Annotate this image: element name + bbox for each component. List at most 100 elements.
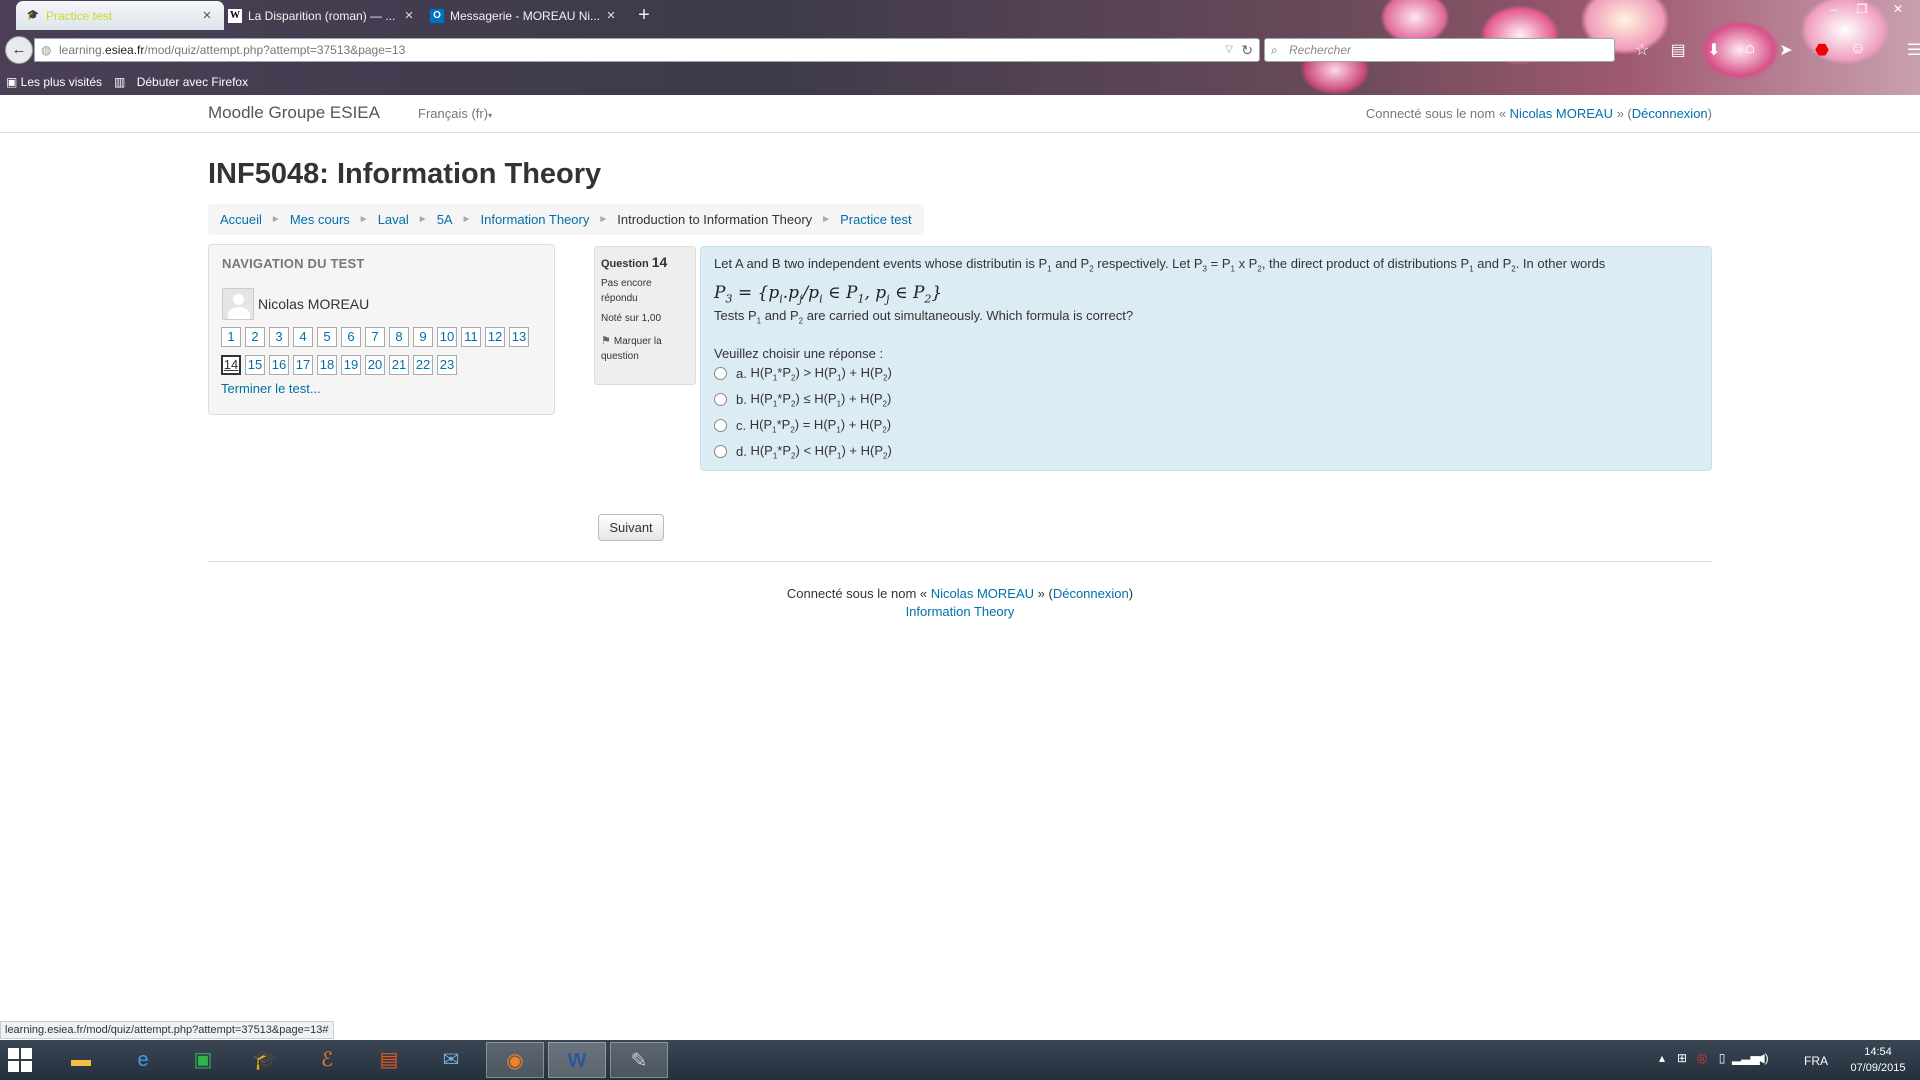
question-nav-button[interactable]: 14 [221,355,241,375]
firefox-icon[interactable]: ◉ [486,1042,544,1078]
wikipedia-w-icon: W [228,8,242,23]
antivirus-icon[interactable]: ◎ [1692,1051,1712,1065]
windows-flag-icon[interactable]: ⊞ [1672,1051,1692,1065]
question-nav-button[interactable]: 19 [341,355,361,375]
breadcrumb-item[interactable]: Accueil [220,212,262,227]
question-nav-button[interactable]: 4 [293,327,313,347]
language-menu[interactable]: Français (fr)▾ [418,106,492,121]
question-grid: 1 2 3 4 5 6 7 8 9 10 11 12 13 14 15 16 17 18 19 20 21 22 23 [221,327,551,383]
new-tab-icon[interactable]: + [630,1,658,29]
thunderbird-icon[interactable]: ✉ [422,1042,480,1078]
breadcrumb-item[interactable]: Laval [378,212,409,227]
question-nav-button[interactable]: 15 [245,355,265,375]
volume-icon[interactable]: ◀) [1752,1051,1772,1065]
question-nav-button[interactable]: 1 [221,327,241,347]
windows-start-icon[interactable] [8,1048,34,1074]
question-nav-button[interactable]: 10 [437,327,457,347]
question-nav-button[interactable]: 22 [413,355,433,375]
close-tab-icon[interactable]: × [402,7,416,24]
paint-icon[interactable]: ✎ [610,1042,668,1078]
radio-button[interactable] [714,419,727,433]
back-arrow-icon[interactable]: ← [5,36,33,64]
radio-button[interactable] [714,367,727,381]
finish-attempt-link[interactable]: Terminer le test... [221,381,321,396]
question-nav-button[interactable]: 6 [341,327,361,347]
question-nav-button[interactable]: 5 [317,327,337,347]
home-icon[interactable]: ⌂ [1732,40,1768,60]
flag-question[interactable]: ⚑ Marquer la question [601,334,689,364]
breadcrumb-separator-icon: ► [598,214,609,225]
adblock-icon[interactable]: ⬣ [1804,40,1840,60]
menu-icon[interactable]: ☰ [1896,40,1920,60]
clock[interactable]: 14:54 07/09/2015 [1838,1044,1918,1076]
question-nav-button[interactable]: 13 [509,327,529,347]
question-nav-button[interactable]: 21 [389,355,409,375]
language-indicator[interactable]: FRA [1804,1054,1828,1068]
question-nav-button[interactable]: 12 [485,327,505,347]
user-link[interactable]: Nicolas MOREAU [1510,106,1613,121]
tab-messagerie[interactable]: O Messagerie - MOREAU Ni... × [420,1,628,30]
answer-option[interactable]: d. H(P1*P2) < H(P1) + H(P2) [714,439,1698,465]
history-dropdown-icon[interactable]: ▽ [1225,39,1233,61]
answer-option[interactable]: b. H(P1*P2) ≤ H(P1) + H(P2) [714,387,1698,413]
question-nav-button[interactable]: 3 [269,327,289,347]
question-nav-button[interactable]: 11 [461,327,481,347]
tab-practice-test[interactable]: 🎓 Practice test × [16,1,224,30]
question-nav-button[interactable]: 16 [269,355,289,375]
send-icon[interactable]: ➤ [1768,40,1804,60]
minimize-icon[interactable]: – [1820,0,1848,18]
site-brand[interactable]: Moodle Groupe ESIEA [208,103,380,123]
question-nav-button[interactable]: 20 [365,355,385,375]
restore-icon[interactable]: ❐ [1848,0,1876,18]
close-tab-icon[interactable]: × [200,7,214,24]
word-icon[interactable]: W [548,1042,606,1078]
question-text-2: Tests P1 and P2 are carried out simultan… [714,307,1134,326]
question-nav-button[interactable]: 23 [437,355,457,375]
footer-course-link[interactable]: Information Theory [906,604,1015,619]
app-icon[interactable]: ℰ [298,1042,356,1078]
radio-button[interactable] [714,393,727,407]
breadcrumb-item[interactable]: Practice test [840,212,912,227]
close-window-icon[interactable]: ✕ [1876,0,1920,18]
network-icon[interactable]: ▂▃▅ [1732,1051,1760,1065]
app-mortarboard-icon[interactable]: 🎓 [236,1042,294,1078]
bookmark-label: Les plus visités [20,75,103,89]
breadcrumb-item[interactable]: 5A [437,212,453,227]
question-nav-button[interactable]: 2 [245,327,265,347]
next-button[interactable]: Suivant [598,514,664,541]
clock-date: 07/09/2015 [1850,1062,1906,1074]
store-icon[interactable]: ▣ [174,1042,232,1078]
logout-link[interactable]: Déconnexion [1053,586,1129,601]
question-nav-button[interactable]: 9 [413,327,433,347]
option-letter: c. [736,418,747,434]
logout-link[interactable]: Déconnexion [1632,106,1708,121]
option-text: H(P1*P2) = H(P1) + H(P2) [746,416,892,435]
breadcrumb-item[interactable]: Mes cours [290,212,350,227]
breadcrumb-item[interactable]: Information Theory [481,212,590,227]
office-icon[interactable]: ▤ [360,1042,418,1078]
chat-icon[interactable]: ☺ [1840,40,1876,60]
bookmark-les-plus-visites[interactable]: ▣ Les plus visités [6,75,102,89]
radio-button[interactable] [714,445,727,459]
bookmark-star-icon[interactable]: ☆ [1624,40,1660,60]
show-hidden-icon[interactable]: ▴ [1652,1051,1672,1065]
question-nav-button[interactable]: 18 [317,355,337,375]
question-nav-button[interactable]: 17 [293,355,313,375]
url-bar[interactable]: ◍ learning.esiea.fr/mod/quiz/attempt.php… [34,38,1260,62]
answer-option[interactable]: a. H(P1*P2) > H(P1) + H(P2) [714,361,1698,387]
search-input[interactable]: ⌕ Rechercher [1264,38,1615,62]
option-letter: d. [736,444,747,460]
tab-la-disparition[interactable]: W La Disparition (roman) — ... × [218,1,426,30]
close-tab-icon[interactable]: × [604,7,618,24]
bookmark-debuter-firefox[interactable]: ▥ Débuter avec Firefox [114,75,248,89]
internet-explorer-icon[interactable]: e [114,1042,172,1078]
download-icon[interactable]: ⬇ [1696,40,1732,60]
device-icon[interactable]: ▯ [1712,1051,1732,1065]
user-link[interactable]: Nicolas MOREAU [931,586,1034,601]
file-explorer-icon[interactable]: ▬ [52,1042,110,1078]
reading-list-icon[interactable]: ▤ [1660,40,1696,60]
question-nav-button[interactable]: 8 [389,327,409,347]
question-nav-button[interactable]: 7 [365,327,385,347]
answer-option[interactable]: c. H(P1*P2) = H(P1) + H(P2) [714,413,1698,439]
reload-icon[interactable]: ↻ [1241,39,1253,61]
